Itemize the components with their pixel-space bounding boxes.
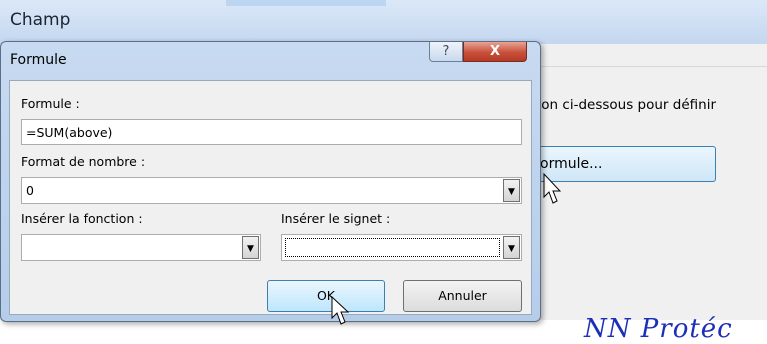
formula-label: Formule : [21, 96, 80, 111]
champ-description: ton ci-dessous pour définir [536, 97, 716, 113]
dialog-title: Formule [10, 52, 67, 68]
help-button[interactable]: ? [429, 42, 463, 62]
formula-input[interactable]: =SUM(above) [21, 119, 522, 145]
insert-bookmark-combo[interactable]: ▼ [281, 234, 522, 261]
formule-button-label: ormule... [540, 156, 603, 172]
mouse-cursor-icon [331, 296, 350, 325]
insert-function-combo[interactable]: ▼ [21, 234, 261, 261]
champ-titlebar: Champ [0, 0, 767, 44]
number-format-label: Format de nombre : [21, 154, 146, 169]
focus-rectangle [285, 238, 500, 257]
close-button[interactable]: X [463, 42, 527, 62]
help-icon: ? [442, 44, 450, 59]
chevron-down-icon[interactable]: ▼ [503, 179, 520, 202]
title-highlight-strip [226, 0, 386, 6]
cancel-button[interactable]: Annuler [403, 280, 522, 312]
champ-title: Champ [10, 10, 71, 30]
chevron-down-icon[interactable]: ▼ [503, 236, 520, 259]
ok-button[interactable]: OK [267, 280, 385, 312]
insert-bookmark-label: Insérer le signet : [281, 211, 391, 226]
number-format-value: 0 [26, 183, 34, 198]
cancel-button-label: Annuler [438, 288, 487, 303]
chevron-down-icon[interactable]: ▼ [242, 236, 259, 259]
formule-dialog: Formule ? X Formule : =SUM(above) Format… [0, 41, 541, 325]
mouse-cursor-icon [543, 173, 561, 204]
close-icon: X [489, 44, 501, 59]
footer-signature-text: NN Protéc [584, 314, 733, 344]
number-format-combo[interactable]: 0 ▼ [21, 177, 522, 204]
insert-function-label: Insérer la fonction : [21, 211, 143, 226]
dialog-client-area: Formule : =SUM(above) Format de nombre :… [9, 80, 532, 315]
